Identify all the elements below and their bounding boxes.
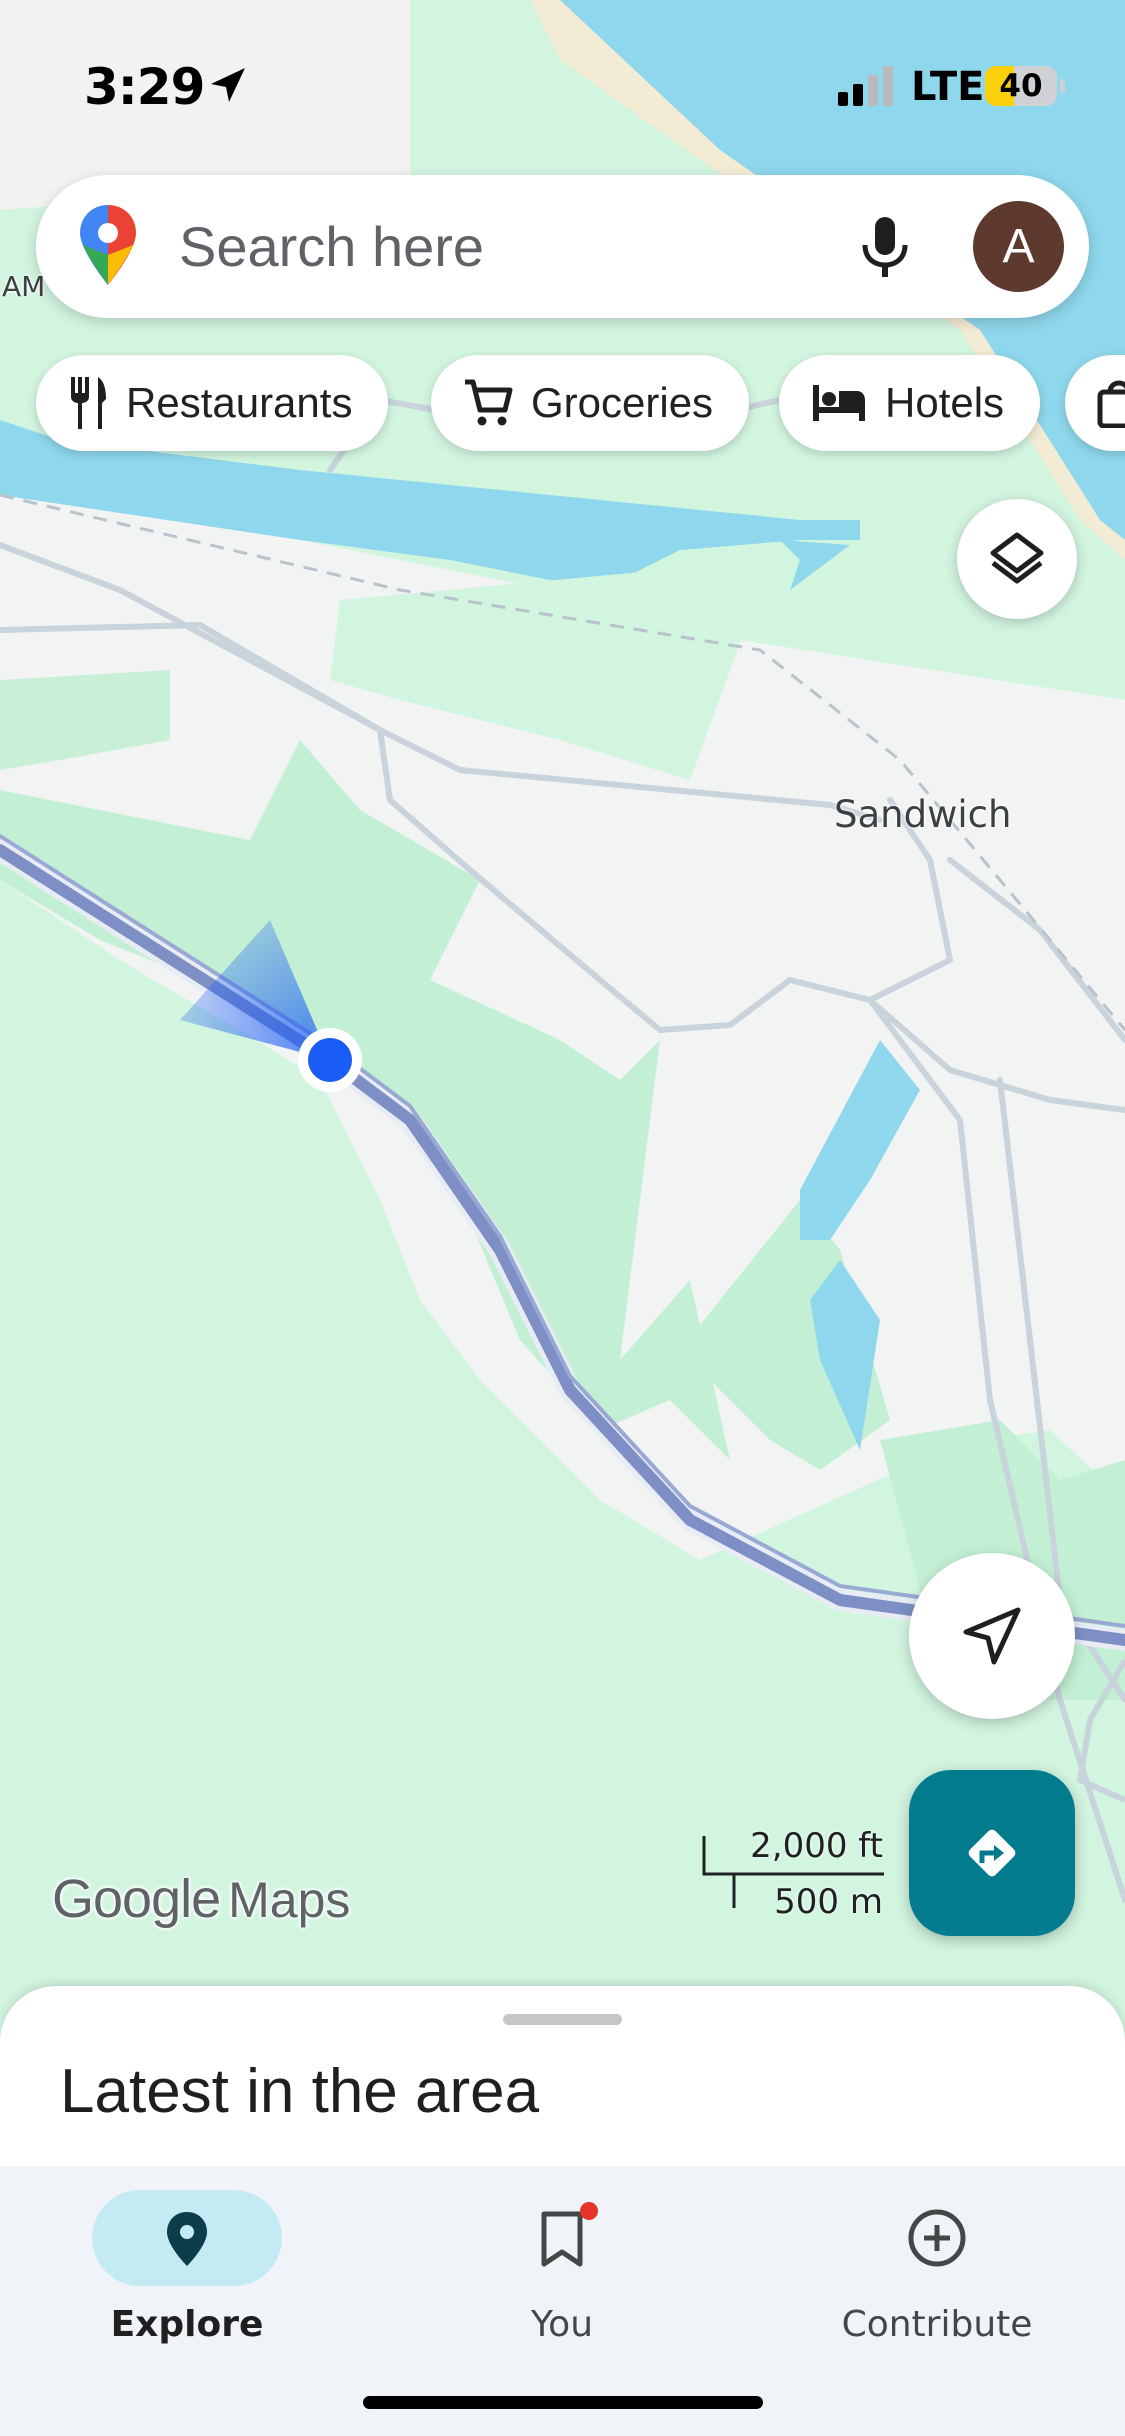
plus-circle-icon <box>908 2209 966 2267</box>
network-type: LTE <box>911 64 985 110</box>
search-bar[interactable]: A <box>36 175 1089 318</box>
directions-button[interactable] <box>909 1770 1075 1936</box>
shopping-bag-icon <box>1097 380 1125 428</box>
chip-hotels[interactable]: Hotels <box>779 355 1041 451</box>
notification-badge <box>580 2202 598 2220</box>
google-word: Google <box>52 1869 221 1929</box>
chip-restaurants[interactable]: Restaurants <box>36 355 389 451</box>
cart-icon <box>465 379 513 426</box>
fork-knife-icon <box>71 377 106 429</box>
navigation-arrow-icon <box>963 1607 1021 1665</box>
search-input[interactable] <box>179 211 819 281</box>
layers-button[interactable] <box>957 499 1077 619</box>
home-indicator[interactable] <box>363 2396 763 2409</box>
maps-screen: Sandwich AM 3:29 LTE 40 Search here A Re… <box>0 0 1125 2436</box>
map-scale: 2,000 ft 500 m <box>700 1826 890 1926</box>
scale-imperial: 2,000 ft <box>750 1826 883 1866</box>
microphone-icon[interactable] <box>851 213 919 281</box>
status-bar: 3:29 LTE 40 <box>0 0 1125 160</box>
my-location-button[interactable] <box>909 1553 1075 1719</box>
nav-item-contribute[interactable]: Contribute <box>807 2178 1067 2378</box>
location-dot <box>308 1038 352 1082</box>
status-time: 3:29 <box>84 58 205 116</box>
chip-label: Hotels <box>885 379 1005 426</box>
google-maps-wordmark: Google Maps <box>52 1868 350 1930</box>
location-arrow-icon <box>211 68 245 102</box>
chip-groceries[interactable]: Groceries <box>431 355 750 451</box>
nav-item-you[interactable]: You <box>432 2178 692 2378</box>
google-maps-pin-icon <box>80 205 136 285</box>
battery-body: 40 <box>985 66 1057 106</box>
directions-icon <box>968 1829 1016 1877</box>
sheet-title: Latest in the area <box>60 2057 540 2126</box>
cellular-signal-icon <box>838 66 893 106</box>
layers-icon <box>990 532 1044 584</box>
account-avatar[interactable]: A <box>973 201 1064 292</box>
scale-metric: 500 m <box>774 1882 883 1922</box>
place-label-edge[interactable]: AM <box>2 270 45 303</box>
place-label-sandwich[interactable]: Sandwich <box>834 793 1011 836</box>
nav-item-explore[interactable]: Explore <box>57 2178 317 2378</box>
battery-cap <box>1060 79 1065 93</box>
nav-label-you: You <box>530 2304 594 2345</box>
maps-word: Maps <box>228 1872 351 1928</box>
chip-label: Groceries <box>531 379 714 426</box>
bed-icon <box>813 385 865 421</box>
battery-level: 40 <box>999 68 1043 104</box>
chip-label: Restaurants <box>126 379 353 426</box>
nav-label-explore: Explore <box>110 2304 264 2345</box>
nav-label-contribute: Contribute <box>841 2304 1033 2345</box>
battery-icon: 40 <box>985 66 1065 106</box>
sheet-drag-handle[interactable] <box>503 2014 622 2025</box>
map-pin-icon <box>167 2212 207 2266</box>
